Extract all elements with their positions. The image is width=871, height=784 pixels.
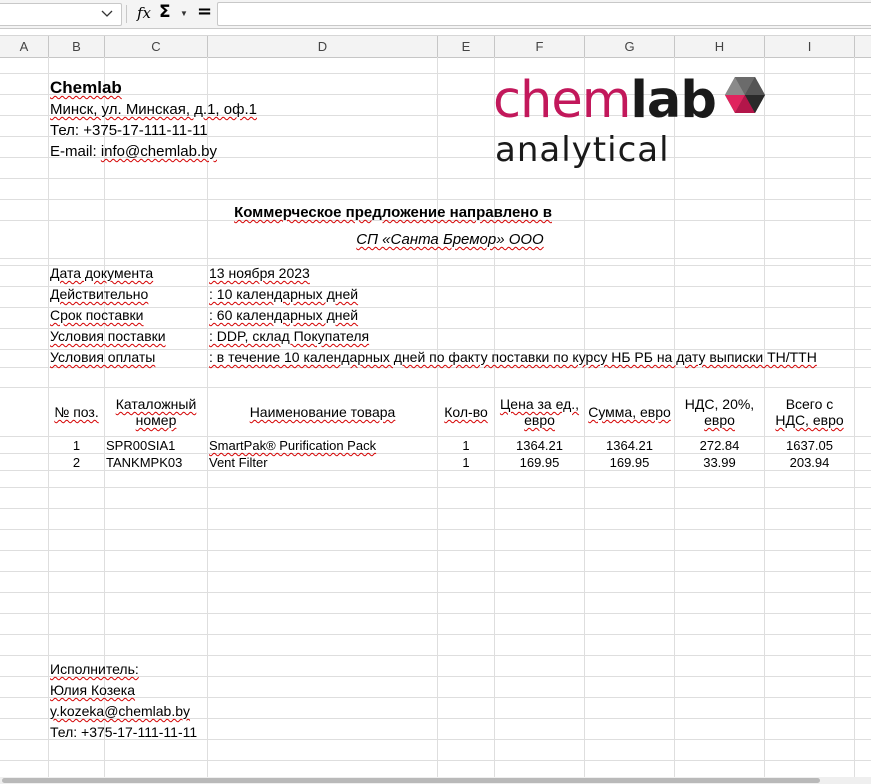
column-headers: A B C D E F G H I: [0, 35, 871, 58]
row-num: 1: [72, 438, 81, 453]
column-header-c[interactable]: C: [105, 36, 208, 57]
grid-line: [854, 57, 855, 777]
table-header-catalog: Каталожный номер: [115, 396, 197, 428]
grid-line: [0, 592, 871, 593]
row-name: SmartPak® Purification Pack: [209, 438, 377, 453]
row-price: 1364.21: [516, 438, 563, 453]
grid-line: [0, 529, 871, 530]
table-header-sum: Сумма, евро: [588, 404, 671, 420]
row-qty: 1: [462, 455, 470, 470]
company-email[interactable]: info@chemlab.by: [101, 143, 217, 160]
row-vat: 33.99: [703, 455, 736, 470]
term-label-validity: Действительно: [50, 286, 149, 302]
grid-line: [0, 760, 871, 761]
grid-line: [0, 367, 871, 368]
company-phone: Тел: +375-17-111-11-11: [50, 122, 208, 139]
column-header-b[interactable]: B: [49, 36, 105, 57]
grid-line: [0, 571, 871, 572]
row-price: 169.95: [519, 455, 560, 470]
table-header-price: Цена за ед., евро: [499, 396, 580, 428]
email-label: E-mail:: [50, 143, 97, 160]
formula-bar: fx Σ ▼ =: [0, 0, 871, 29]
logo-wordmark: chemlab: [493, 71, 717, 130]
contact-phone: Тел: +375-17-111-11-11: [50, 724, 198, 740]
sum-icon[interactable]: Σ: [159, 2, 171, 22]
term-label-payment: Условия оплаты: [50, 349, 156, 365]
column-header-f[interactable]: F: [495, 36, 585, 57]
grid-line: [0, 634, 871, 635]
logo-chem: chem: [493, 71, 631, 130]
row-total: 203.94: [789, 455, 830, 470]
grid-line: [0, 199, 871, 200]
chevron-down-icon[interactable]: [96, 3, 118, 24]
term-label-delivery-time: Срок поставки: [50, 307, 144, 323]
column-header-d[interactable]: D: [208, 36, 438, 57]
row-num: 2: [72, 455, 81, 470]
contact-name: Юлия Козека: [50, 682, 136, 698]
formula-equals-icon[interactable]: =: [197, 1, 212, 22]
column-header-h[interactable]: H: [675, 36, 765, 57]
column-header-g[interactable]: G: [585, 36, 675, 57]
contact-email[interactable]: y.kozeka@chemlab.by: [50, 703, 190, 720]
term-value-date: 13 ноября 2023: [209, 265, 310, 281]
logo-lab: lab: [630, 71, 716, 130]
toolbar-divider: [126, 5, 127, 23]
term-value-delivery-time: : 60 календарных дней: [209, 307, 359, 323]
row-total: 1637.05: [786, 438, 833, 453]
row-name: Vent Filter: [209, 455, 268, 470]
company-address: Минск, ул. Минская, д.1, оф.1: [50, 101, 257, 118]
grid-line: [0, 387, 871, 388]
function-wizard-icon[interactable]: fx: [137, 4, 151, 22]
logo-analytical: analytical: [495, 130, 670, 170]
term-value-validity: : 10 календарных дней: [209, 286, 359, 302]
horizontal-scrollbar[interactable]: [0, 777, 871, 784]
column-header-i[interactable]: I: [765, 36, 855, 57]
grid-line: [0, 508, 871, 509]
company-name: Chemlab: [50, 78, 122, 97]
company-email-row: E-mail: info@chemlab.by: [50, 143, 217, 160]
row-sum: 169.95: [609, 455, 650, 470]
chemlab-logo: chemlab analytical: [493, 73, 773, 173]
offer-recipient: СП «Санта Бремор» ООО: [356, 231, 544, 248]
grid-line: [0, 178, 871, 179]
row-catalog: TANKMPK03: [106, 455, 183, 470]
logo-cube-icon: [725, 77, 765, 113]
term-value-payment: : в течение 10 календарных дней по факту…: [209, 349, 817, 365]
row-qty: 1: [462, 438, 470, 453]
grid-line: [0, 613, 871, 614]
contact-label: Исполнитель:: [50, 661, 139, 677]
offer-title: Коммерческое предложение направлено в: [234, 204, 552, 221]
row-sum: 1364.21: [606, 438, 653, 453]
term-value-delivery-terms: : DDP, склад Покупателя: [209, 328, 370, 344]
table-header-num: № поз.: [54, 404, 99, 420]
grid-line: [0, 258, 871, 259]
grid-line: [0, 655, 871, 656]
column-header-e[interactable]: E: [438, 36, 495, 57]
formula-input[interactable]: [217, 2, 871, 26]
term-label-date: Дата документа: [50, 265, 154, 281]
grid-line: [0, 487, 871, 488]
table-header-qty: Кол-во: [444, 404, 488, 420]
table-header-name: Наименование товара: [249, 404, 396, 420]
term-label-delivery-terms: Условия поставки: [50, 328, 166, 344]
row-catalog: SPR00SIA1: [106, 438, 176, 453]
grid-line: [0, 550, 871, 551]
table-header-vat: НДС, 20%, евро: [684, 396, 755, 428]
sum-dropdown-icon[interactable]: ▼: [180, 9, 188, 18]
scrollbar-thumb[interactable]: [2, 778, 820, 783]
column-header-a[interactable]: A: [0, 36, 49, 57]
row-vat: 272.84: [699, 438, 740, 453]
table-header-total: Всего с НДС, евро: [775, 396, 844, 428]
